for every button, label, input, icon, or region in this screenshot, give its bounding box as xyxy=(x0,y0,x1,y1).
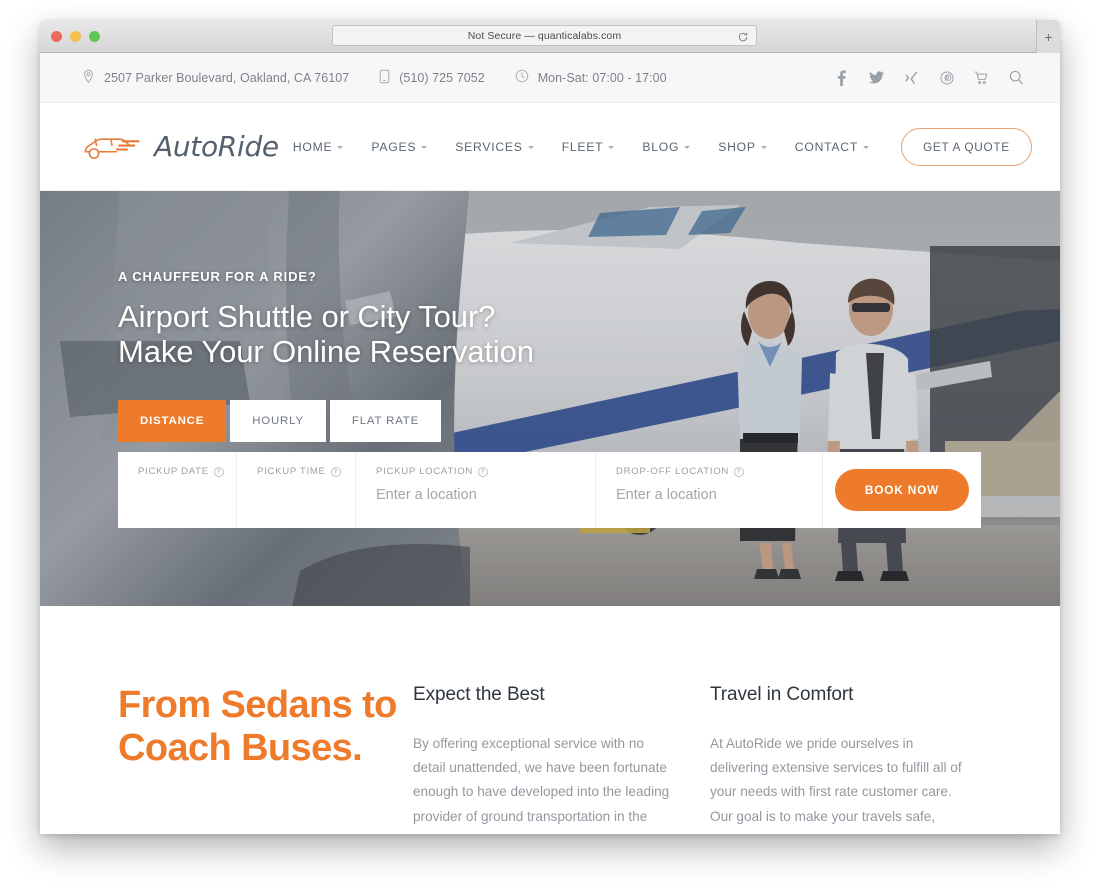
booking-form: PICKUP DATE ? PICKUP TIME ? PICKUP LOCAT… xyxy=(118,452,981,528)
traffic-lights xyxy=(51,31,100,42)
chevron-down-icon xyxy=(608,146,615,149)
feature-body: At AutoRide we pride ourselves in delive… xyxy=(710,736,962,834)
location-pin-icon xyxy=(82,69,95,87)
hero-section: A CHAUFFEUR FOR A RIDE? Airport Shuttle … xyxy=(40,191,1060,606)
chevron-down-icon xyxy=(337,146,344,149)
address-bar[interactable]: Not Secure — quanticalabs.com xyxy=(332,25,757,46)
xing-icon[interactable] xyxy=(904,70,919,86)
car-logo-icon xyxy=(82,130,142,164)
pickup-location-label: PICKUP LOCATION xyxy=(376,466,474,477)
close-window-button[interactable] xyxy=(51,31,62,42)
topbar-contact-info: 2507 Parker Boulevard, Oakland, CA 76107… xyxy=(82,69,834,87)
pickup-time-field[interactable]: PICKUP TIME ? xyxy=(237,452,356,528)
main-navigation: HOME PAGES SERVICES FLEET BLOG SHOP CONT… xyxy=(279,127,1032,166)
pickup-date-field[interactable]: PICKUP DATE ? xyxy=(118,452,237,528)
topbar-social-links xyxy=(834,70,1024,86)
mobile-phone-icon xyxy=(379,69,390,87)
feature-column-expect-the-best: Expect the Best By offering exceptional … xyxy=(413,684,710,834)
nav-label: PAGES xyxy=(371,139,417,154)
site-logo[interactable]: AutoRide xyxy=(82,130,279,164)
chevron-down-icon xyxy=(863,146,870,149)
reload-icon[interactable] xyxy=(737,30,749,42)
pickup-location-field[interactable]: PICKUP LOCATION ? Enter a location xyxy=(356,452,596,528)
topbar-phone-text: (510) 725 7052 xyxy=(399,70,485,85)
clock-icon xyxy=(515,69,529,86)
hero-title-line-1: Airport Shuttle or City Tour? xyxy=(118,299,496,334)
pinterest-icon[interactable] xyxy=(939,70,954,86)
features-section: From Sedans to Coach Buses. Expect the B… xyxy=(40,606,1060,834)
nav-item-home[interactable]: HOME xyxy=(279,140,358,154)
minimize-window-button[interactable] xyxy=(70,31,81,42)
chevron-down-icon xyxy=(684,146,691,149)
book-now-button[interactable]: BOOK NOW xyxy=(834,469,970,511)
get-a-quote-button[interactable]: GET A QUOTE xyxy=(901,127,1032,166)
nav-label: BLOG xyxy=(642,139,680,154)
pickup-time-label: PICKUP TIME xyxy=(257,466,326,477)
hero-copy: A CHAUFFEUR FOR A RIDE? Airport Shuttle … xyxy=(118,269,534,369)
nav-label: FLEET xyxy=(561,139,604,154)
help-icon[interactable]: ? xyxy=(734,466,744,477)
topbar-hours: Mon-Sat: 07:00 - 17:00 xyxy=(515,69,667,86)
web-page: 2507 Parker Boulevard, Oakland, CA 76107… xyxy=(40,53,1060,834)
help-icon[interactable]: ? xyxy=(330,466,341,477)
feature-title: Travel in Comfort xyxy=(710,684,854,705)
browser-window: Not Secure — quanticalabs.com + 2507 Par… xyxy=(40,20,1060,834)
topbar-address: 2507 Parker Boulevard, Oakland, CA 76107 xyxy=(82,69,349,87)
url-text: Not Secure — quanticalabs.com xyxy=(467,29,622,42)
tab-flat-rate[interactable]: FLAT RATE xyxy=(329,400,442,442)
tab-distance[interactable]: DISTANCE xyxy=(118,400,227,442)
twitter-icon[interactable] xyxy=(869,70,884,86)
nav-label: SHOP xyxy=(718,139,756,154)
booking-action: BOOK NOW xyxy=(823,452,981,528)
topbar-hours-text: Mon-Sat: 07:00 - 17:00 xyxy=(537,70,667,85)
hero-kicker: A CHAUFFEUR FOR A RIDE? xyxy=(118,269,317,284)
features-headline: From Sedans to Coach Buses. xyxy=(118,684,397,770)
nav-item-blog[interactable]: BLOG xyxy=(628,140,704,154)
zoom-window-button[interactable] xyxy=(89,31,100,42)
topbar-phone: (510) 725 7052 xyxy=(379,69,485,87)
nav-item-fleet[interactable]: FLEET xyxy=(548,140,629,154)
feature-body: By offering exceptional service with no … xyxy=(413,736,670,834)
nav-item-contact[interactable]: CONTACT xyxy=(781,140,883,154)
help-icon[interactable]: ? xyxy=(478,466,489,477)
nav-label: HOME xyxy=(292,139,333,154)
topbar-address-text: 2507 Parker Boulevard, Oakland, CA 76107 xyxy=(104,70,350,85)
pickup-date-label: PICKUP DATE xyxy=(138,466,209,477)
help-icon[interactable]: ? xyxy=(213,466,224,477)
chevron-down-icon xyxy=(760,146,767,149)
new-tab-button[interactable]: + xyxy=(1036,20,1060,53)
chevron-down-icon xyxy=(527,146,534,149)
site-header: AutoRide HOME PAGES SERVICES FLEET BLOG … xyxy=(40,103,1060,191)
hero-title-line-2: Make Your Online Reservation xyxy=(118,333,534,369)
nav-item-shop[interactable]: SHOP xyxy=(704,140,781,154)
nav-item-services[interactable]: SERVICES xyxy=(441,140,547,154)
dropoff-location-placeholder: Enter a location xyxy=(616,487,717,503)
nav-label: SERVICES xyxy=(455,139,523,154)
search-icon[interactable] xyxy=(1009,70,1024,86)
facebook-icon[interactable] xyxy=(834,70,849,86)
dropoff-location-label: DROP-OFF LOCATION xyxy=(616,466,729,477)
pickup-location-placeholder: Enter a location xyxy=(376,487,477,503)
booking-tabs: DISTANCE HOURLY FLAT RATE xyxy=(118,400,442,442)
site-topbar: 2507 Parker Boulevard, Oakland, CA 76107… xyxy=(40,53,1060,103)
chevron-down-icon xyxy=(421,146,428,149)
feature-title: Expect the Best xyxy=(413,684,545,705)
hero-overlay xyxy=(40,191,1060,606)
nav-label: CONTACT xyxy=(794,139,859,154)
tab-hourly[interactable]: HOURLY xyxy=(230,400,326,442)
nav-item-pages[interactable]: PAGES xyxy=(357,140,441,154)
cart-icon[interactable] xyxy=(974,70,989,86)
dropoff-location-field[interactable]: DROP-OFF LOCATION ? Enter a location xyxy=(596,452,823,528)
brand-name: AutoRide xyxy=(154,130,279,163)
feature-column-travel-in-comfort: Travel in Comfort At AutoRide we pride o… xyxy=(710,684,1007,834)
browser-chrome: Not Secure — quanticalabs.com + xyxy=(40,20,1060,53)
